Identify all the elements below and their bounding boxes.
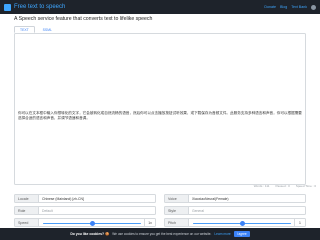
voice-value[interactable]: XiaoxiaoNeural(Female) [189, 195, 305, 202]
cookie-learn-more-link[interactable]: Learn more [214, 232, 230, 236]
cookie-title: Do you like cookies? 🍪 [70, 232, 110, 236]
speed-slider-thumb[interactable] [89, 220, 95, 226]
voice-label: Voice [165, 195, 189, 202]
cookie-text: We use cookies to ensure you get the bes… [112, 232, 212, 236]
words-counter: Words : 111 [253, 184, 270, 188]
input-mode-tabs: TEXT SSML [14, 26, 58, 33]
pitch-label: Pitch [165, 219, 189, 226]
speed-time-counter: Speed Time : 0 [295, 184, 316, 188]
speed-value[interactable]: 1x [144, 219, 155, 226]
style-select[interactable]: Style General [164, 206, 306, 215]
text-counters: Words : 111 Paused : 0 Speed Time : 0 [254, 184, 316, 188]
brand[interactable]: Free text to speech [4, 2, 65, 12]
style-value[interactable]: General [189, 207, 305, 214]
speed-label: Speed [15, 219, 39, 226]
style-label: Style [165, 207, 189, 214]
cookie-banner: Do you like cookies? 🍪 We use cookies to… [0, 228, 320, 240]
pitch-slider-thumb[interactable] [239, 220, 245, 226]
editor-text[interactable]: 你可以在文本框中输入你想转化的文字，它会被转化成自然流畅的语音，然后你可以点击播… [18, 111, 304, 121]
top-navbar: Free text to speech Donate Blog Text Ban… [0, 0, 320, 14]
top-nav: Donate Blog Text Bank [264, 2, 316, 12]
text-editor[interactable]: 你可以在文本框中输入你想转化的文字，它会被转化成自然流畅的语音，然后你可以点击播… [14, 33, 306, 185]
locale-select[interactable]: Locale Chinese (Mainland) [zh-CN] [14, 194, 156, 203]
role-select[interactable]: Role Default [14, 206, 156, 215]
pitch-value[interactable]: 1 [294, 219, 305, 226]
locale-value[interactable]: Chinese (Mainland) [zh-CN] [39, 195, 155, 202]
cookie-agree-button[interactable]: I agree [233, 231, 250, 237]
locale-label: Locale [15, 195, 39, 202]
nav-blog-link[interactable]: Blog [280, 2, 287, 12]
nav-donate-link[interactable]: Donate [264, 2, 276, 12]
tab-ssml[interactable]: SSML [37, 26, 58, 33]
speed-control: Speed 1x [14, 218, 156, 227]
paused-counter: Paused : 0 [275, 184, 290, 188]
user-icon[interactable] [311, 4, 316, 10]
tab-text[interactable]: TEXT [14, 26, 35, 33]
pitch-control: Pitch 1 [164, 218, 306, 227]
voice-select[interactable]: Voice XiaoxiaoNeural(Female) [164, 194, 306, 203]
role-label: Role [15, 207, 39, 214]
page-subtitle: A Speech service feature that converts t… [14, 16, 153, 22]
app-title: Free text to speech [14, 4, 66, 10]
speaker-icon [4, 3, 11, 11]
role-value[interactable]: Default [39, 207, 155, 214]
nav-text-bank-link[interactable]: Text Bank [291, 2, 307, 12]
